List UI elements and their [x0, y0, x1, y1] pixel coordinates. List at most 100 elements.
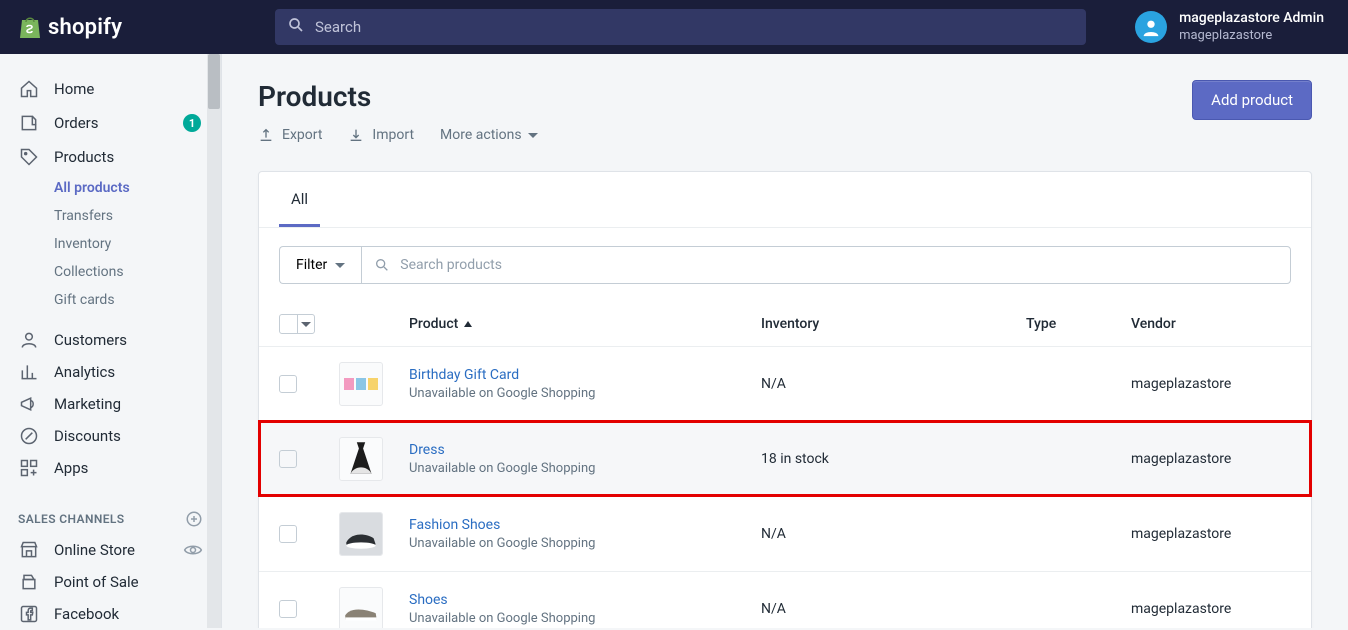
import-link[interactable]: Import — [348, 127, 414, 143]
marketing-icon — [18, 393, 40, 415]
inventory-cell: N/A — [761, 376, 1026, 392]
sales-channels-header: SALES CHANNELS — [0, 500, 221, 534]
product-search-input[interactable] — [400, 247, 1278, 283]
channel-label: Point of Sale — [54, 573, 139, 591]
view-store-icon[interactable] — [183, 540, 203, 560]
product-link[interactable]: Birthday Gift Card — [409, 367, 761, 383]
customers-icon — [18, 329, 40, 351]
sidebar-item-label: Home — [54, 80, 94, 98]
products-subnav: All products Transfers Inventory Collect… — [0, 174, 221, 314]
channel-label: Online Store — [54, 541, 135, 559]
vendor-cell: mageplazastore — [1131, 376, 1291, 392]
discounts-icon — [18, 425, 40, 447]
sidebar: Home Orders 1 Products All products Tran… — [0, 54, 222, 628]
sidebar-item-marketing[interactable]: Marketing — [0, 388, 221, 420]
sales-channels-label: SALES CHANNELS — [18, 512, 125, 526]
sidebar-item-customers[interactable]: Customers — [0, 324, 221, 356]
sidebar-item-label: Apps — [54, 459, 88, 477]
subnav-inventory[interactable]: Inventory — [54, 230, 221, 258]
sidebar-item-label: Analytics — [54, 363, 115, 381]
tabs: All — [259, 172, 1311, 228]
sidebar-item-label: Customers — [54, 331, 127, 349]
subnav-transfers[interactable]: Transfers — [54, 202, 221, 230]
table-row[interactable]: Birthday Gift Card Unavailable on Google … — [259, 346, 1311, 421]
page-title: Products — [258, 80, 538, 113]
topbar: shopify mageplazastore Admin mageplazast… — [0, 0, 1348, 54]
apps-icon — [18, 457, 40, 479]
user-menu[interactable]: mageplazastore Admin mageplazastore — [1121, 10, 1348, 44]
sidebar-item-analytics[interactable]: Analytics — [0, 356, 221, 388]
product-link[interactable]: Shoes — [409, 592, 761, 608]
product-subtext: Unavailable on Google Shopping — [409, 386, 761, 401]
vendor-cell: mageplazastore — [1131, 601, 1291, 617]
table-row[interactable]: ShoesUnavailable on Google ShoppingN/Ama… — [259, 571, 1311, 628]
avatar — [1135, 11, 1167, 43]
search-icon — [374, 257, 390, 273]
subnav-collections[interactable]: Collections — [54, 258, 221, 286]
table-row[interactable]: Dress Unavailable on Google Shopping18 in… — [259, 421, 1311, 496]
product-thumbnail — [339, 437, 383, 481]
store-name: mageplazastore — [1179, 28, 1324, 44]
search-input[interactable] — [315, 18, 1074, 36]
inventory-cell: N/A — [761, 526, 1026, 542]
vendor-cell: mageplazastore — [1131, 526, 1291, 542]
analytics-icon — [18, 361, 40, 383]
channel-pos[interactable]: Point of Sale — [0, 566, 221, 598]
column-type[interactable]: Type — [1026, 316, 1131, 332]
table-header: Product Inventory Type Vendor — [259, 302, 1311, 346]
vendor-cell: mageplazastore — [1131, 451, 1291, 467]
sidebar-item-apps[interactable]: Apps — [0, 452, 221, 484]
column-vendor[interactable]: Vendor — [1131, 316, 1291, 332]
filter-button[interactable]: Filter — [279, 246, 361, 284]
content: Products Export Import More actions — [222, 54, 1348, 628]
inventory-cell: N/A — [761, 601, 1026, 617]
sidebar-item-label: Discounts — [54, 427, 121, 445]
caret-down-icon — [528, 133, 538, 138]
sort-asc-icon — [464, 321, 472, 327]
sidebar-item-label: Orders — [54, 114, 99, 132]
product-thumbnail — [339, 512, 383, 556]
product-link[interactable]: Fashion Shoes — [409, 517, 761, 533]
tab-all[interactable]: All — [279, 172, 320, 227]
select-all-checkbox[interactable] — [279, 314, 315, 334]
shopify-bag-icon — [18, 14, 42, 40]
inventory-cell: 18 in stock — [761, 451, 1026, 467]
product-subtext: Unavailable on Google Shopping — [409, 461, 761, 476]
facebook-icon — [18, 603, 40, 625]
column-product[interactable]: Product — [409, 316, 761, 332]
column-inventory[interactable]: Inventory — [761, 316, 1026, 332]
sidebar-item-orders[interactable]: Orders 1 — [0, 106, 221, 140]
row-checkbox[interactable] — [279, 600, 297, 618]
products-icon — [18, 146, 40, 168]
product-thumbnail — [339, 587, 383, 628]
user-info: mageplazastore Admin mageplazastore — [1179, 10, 1324, 44]
import-icon — [348, 127, 364, 143]
sidebar-item-products[interactable]: Products — [0, 140, 221, 174]
caret-down-icon — [335, 263, 345, 268]
logo[interactable]: shopify — [0, 14, 240, 40]
online-store-icon — [18, 539, 40, 561]
row-checkbox[interactable] — [279, 375, 297, 393]
subnav-all-products[interactable]: All products — [54, 174, 221, 202]
table-row[interactable]: Fashion ShoesUnavailable on Google Shopp… — [259, 496, 1311, 571]
more-actions-dropdown[interactable]: More actions — [440, 127, 538, 143]
products-card: All Filter — [258, 171, 1312, 628]
product-search[interactable] — [361, 246, 1291, 284]
add-product-button[interactable]: Add product — [1192, 80, 1312, 120]
channel-label: Facebook — [54, 605, 119, 623]
product-link[interactable]: Dress — [409, 442, 761, 458]
sidebar-item-home[interactable]: Home — [0, 72, 221, 106]
search-icon — [287, 16, 305, 38]
logo-text: shopify — [48, 15, 122, 40]
row-checkbox[interactable] — [279, 450, 297, 468]
sidebar-item-label: Marketing — [54, 395, 121, 413]
global-search[interactable] — [275, 9, 1086, 45]
sidebar-item-label: Products — [54, 148, 114, 166]
add-channel-icon[interactable] — [185, 510, 203, 528]
subnav-gift-cards[interactable]: Gift cards — [54, 286, 221, 314]
channel-online-store[interactable]: Online Store — [0, 534, 221, 566]
channel-facebook[interactable]: Facebook — [0, 598, 221, 630]
row-checkbox[interactable] — [279, 525, 297, 543]
export-link[interactable]: Export — [258, 127, 322, 143]
sidebar-item-discounts[interactable]: Discounts — [0, 420, 221, 452]
